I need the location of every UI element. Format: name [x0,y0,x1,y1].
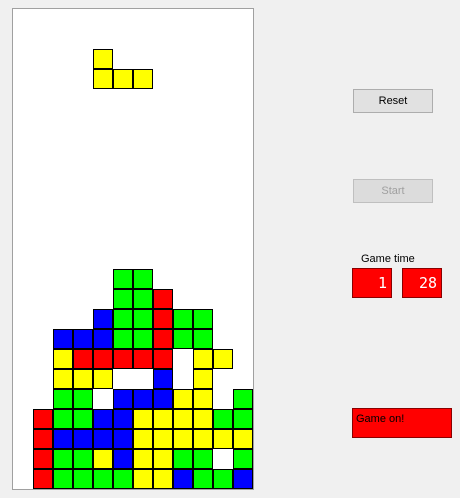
stack-block [193,389,213,409]
stack-block [133,389,153,409]
stack-block [73,329,93,349]
stack-block [193,429,213,449]
stack-block [53,429,73,449]
stack-block [233,449,253,469]
stack-block [113,429,133,449]
stack-block [213,429,233,449]
stack-block [113,389,133,409]
stack-block [133,429,153,449]
stack-block [93,349,113,369]
stack-block [233,389,253,409]
stack-block [73,449,93,469]
stack-block [73,429,93,449]
stack-block [133,469,153,489]
stack-block [73,349,93,369]
stack-block [213,409,233,429]
stack-block [153,369,173,389]
falling-piece-block [93,69,113,89]
stack-block [113,349,133,369]
falling-piece-block [113,69,133,89]
stack-block [173,389,193,409]
stack-block [33,449,53,469]
stack-block [193,469,213,489]
stack-block [153,389,173,409]
stack-block [73,409,93,429]
stack-block [53,369,73,389]
stack-block [233,469,253,489]
stack-block [53,449,73,469]
stack-block [173,429,193,449]
stack-block [153,469,173,489]
stack-block [93,449,113,469]
stack-block [233,409,253,429]
stack-block [133,309,153,329]
stack-block [153,429,173,449]
stack-block [113,289,133,309]
stack-block [113,309,133,329]
stack-block [173,329,193,349]
game-board [12,8,254,490]
stack-block [233,429,253,449]
stack-block [73,389,93,409]
game-time-label: Game time [361,253,415,265]
stack-block [153,349,173,369]
stack-block [93,329,113,349]
reset-button[interactable]: Reset [353,89,433,113]
stack-block [193,449,213,469]
stack-block [153,449,173,469]
stack-block [213,349,233,369]
stack-block [93,369,113,389]
stack-block [153,289,173,309]
stack-block [33,409,53,429]
stack-block [173,309,193,329]
seconds-display: 28 [402,268,442,298]
stack-block [113,469,133,489]
stack-block [133,269,153,289]
stack-block [133,349,153,369]
stack-block [93,469,113,489]
stack-block [33,429,53,449]
falling-piece-block [133,69,153,89]
stack-block [53,349,73,369]
stack-block [113,269,133,289]
falling-piece-block [93,49,113,69]
status-panel: Game on! [352,408,452,438]
stack-block [93,409,113,429]
stack-block [53,329,73,349]
stack-block [193,309,213,329]
stack-block [133,449,153,469]
stack-block [193,349,213,369]
stack-block [73,469,93,489]
stack-block [173,469,193,489]
start-button[interactable]: Start [353,179,433,203]
stack-block [193,329,213,349]
stack-block [153,329,173,349]
stack-block [133,289,153,309]
stack-block [93,309,113,329]
stack-block [93,429,113,449]
stack-block [113,409,133,429]
stack-block [173,409,193,429]
stack-block [33,469,53,489]
stack-block [133,329,153,349]
stack-block [173,449,193,469]
stack-block [113,449,133,469]
stack-block [73,369,93,389]
stack-block [53,469,73,489]
stack-block [193,409,213,429]
minutes-display: 1 [352,268,392,298]
stack-block [53,389,73,409]
stack-block [113,329,133,349]
stack-block [53,409,73,429]
stack-block [193,369,213,389]
stack-block [153,309,173,329]
stack-block [133,409,153,429]
stack-block [213,469,233,489]
stack-block [153,409,173,429]
